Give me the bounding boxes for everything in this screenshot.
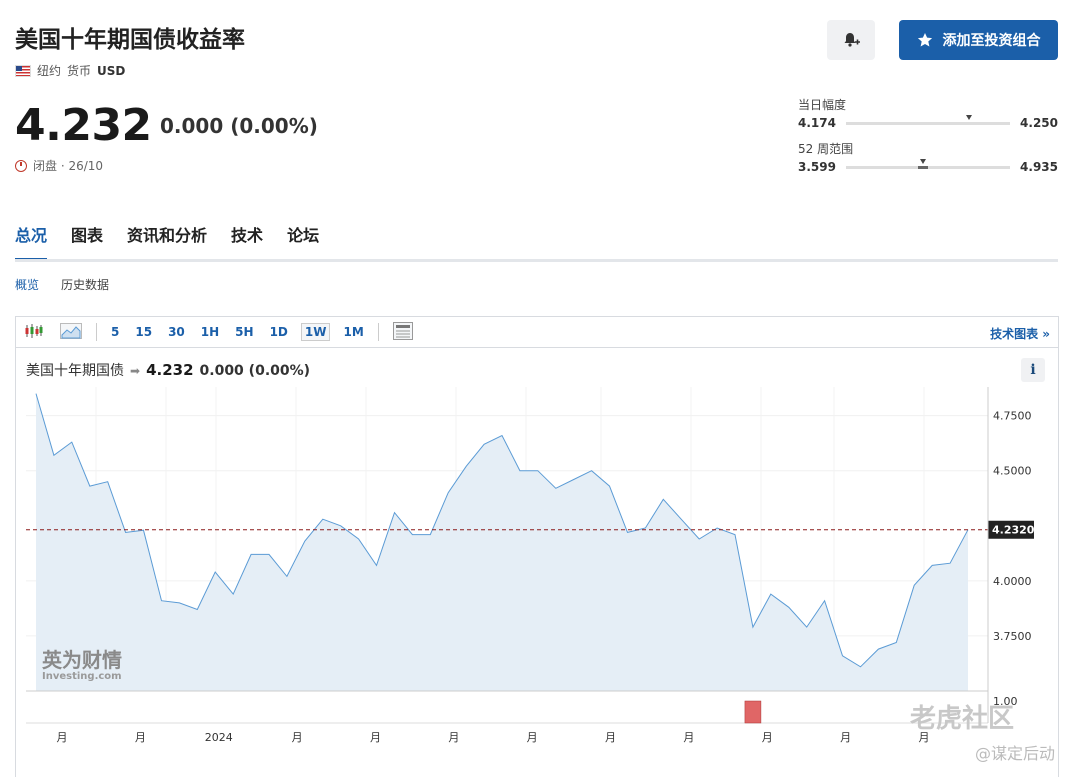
page-title: 美国十年期国债收益率 (15, 27, 245, 53)
watermark-sub: @谋定后动 (975, 744, 1056, 763)
x-tick-label: 月 (605, 731, 616, 744)
area-chart-button[interactable] (52, 322, 90, 342)
interval-5[interactable]: 5 (103, 325, 127, 339)
volume-bar (744, 700, 762, 724)
week52-high: 4.935 (1020, 160, 1058, 174)
week52-range-label: 52 周范围 (798, 142, 854, 156)
y-tick-label: 4.7500 (993, 410, 1032, 423)
star-icon (917, 33, 932, 47)
toolbar-separator (377, 323, 379, 341)
add-to-portfolio-label: 添加至投资组合 (942, 33, 1041, 49)
market-status: 闭盘 · 26/10 (15, 157, 103, 174)
tab-technical[interactable]: 技术 (231, 222, 263, 261)
us-flag-icon (15, 64, 31, 77)
interval-1d[interactable]: 1D (262, 325, 296, 339)
bell-plus-icon (844, 33, 860, 47)
chart-toolbar: 5 15 30 1H 5H 1D 1W 1M 技术图表 » (16, 317, 1058, 348)
week52-low: 3.599 (798, 160, 836, 174)
technical-chart-link[interactable]: 技术图表 » (990, 325, 1050, 342)
tab-forum[interactable]: 论坛 (287, 222, 319, 261)
last-price: 4.232 (15, 100, 152, 151)
logo-cn: 英为财情 (42, 648, 122, 672)
week52-range-segment (918, 165, 928, 169)
table-view-button[interactable] (385, 321, 421, 343)
interval-5h[interactable]: 5H (227, 325, 261, 339)
chart-panel: 5 15 30 1H 5H 1D 1W 1M 技术图表 » 美国十年期国债 ➡ … (15, 316, 1059, 777)
subtab-historical-data[interactable]: 历史数据 (61, 276, 109, 293)
day-low: 4.174 (798, 116, 836, 130)
table-icon (392, 321, 413, 340)
exchange-location: 纽约 (37, 64, 62, 78)
y-tick-label: 4.5000 (993, 465, 1032, 478)
currency-label: 货币 (67, 64, 92, 78)
tab-news-analysis[interactable]: 资讯和分析 (127, 222, 207, 261)
add-to-portfolio-button[interactable]: 添加至投资组合 (899, 20, 1058, 60)
x-tick-label: 2024 (205, 731, 233, 744)
interval-1h[interactable]: 1H (193, 325, 227, 339)
x-tick-label: 月 (57, 731, 68, 744)
day-high: 4.250 (1020, 116, 1058, 130)
tab-chart[interactable]: 图表 (71, 222, 103, 261)
x-tick-label: 月 (135, 731, 146, 744)
x-tick-label: 月 (370, 731, 381, 744)
main-tabs: 总况 图表 资讯和分析 技术 论坛 (15, 222, 319, 261)
day-range: 当日幅度 4.174 4.250 (798, 96, 1058, 130)
clock-icon (15, 159, 27, 172)
currency-code: USD (97, 63, 126, 78)
instrument-meta: 纽约 货币 USD (15, 62, 125, 79)
market-status-text: 闭盘 · 26/10 (33, 159, 104, 173)
y-tick-label: 3.7500 (993, 630, 1032, 643)
current-price-label: 4.2320 (988, 520, 1035, 539)
tabs-divider (15, 259, 1058, 262)
day-range-label: 当日幅度 (798, 98, 847, 112)
day-range-bar (845, 114, 1011, 125)
tab-overview[interactable]: 总况 (15, 222, 48, 261)
x-axis-ticks: 月月 2024 月月月月月月月月月 (57, 731, 930, 744)
y-tick-label: 4.0000 (993, 575, 1032, 588)
toolbar-separator (96, 323, 97, 341)
area-chart-icon (60, 322, 82, 339)
x-tick-label: 月 (527, 731, 538, 744)
price-area (36, 393, 968, 691)
interval-1m[interactable]: 1M (335, 325, 371, 339)
subtab-overview[interactable]: 概览 (15, 276, 39, 293)
week52-range-bar (845, 158, 1011, 169)
price-change: 0.000 (0.00%) (160, 114, 318, 138)
price-chart: 4.75004.50004.00003.7500 4.2320 1.00 月月2… (26, 387, 1035, 744)
logo-en: Investing.com (42, 671, 122, 682)
investing-logo: 英为财情 Investing.com (42, 648, 122, 682)
interval-15[interactable]: 15 (127, 325, 160, 339)
candlestick-icon (25, 323, 43, 338)
current-price-text: 4.2320 (992, 524, 1035, 537)
alert-button[interactable] (827, 20, 875, 60)
x-tick-label: 月 (292, 731, 303, 744)
x-tick-label: 月 (448, 731, 459, 744)
watermark-main: 老虎社区 (910, 704, 1015, 734)
x-tick-label: 月 (840, 731, 851, 744)
week52-range-marker (920, 158, 927, 164)
candlestick-chart-button[interactable] (16, 323, 52, 342)
day-range-marker (966, 114, 973, 120)
interval-1w[interactable]: 1W (300, 323, 331, 341)
week52-range: 52 周范围 3.599 4.935 (798, 140, 1058, 174)
x-tick-label: 月 (762, 731, 773, 744)
x-tick-label: 月 (683, 731, 694, 744)
interval-30[interactable]: 30 (160, 325, 193, 339)
sub-tabs: 概览 历史数据 (15, 276, 109, 293)
